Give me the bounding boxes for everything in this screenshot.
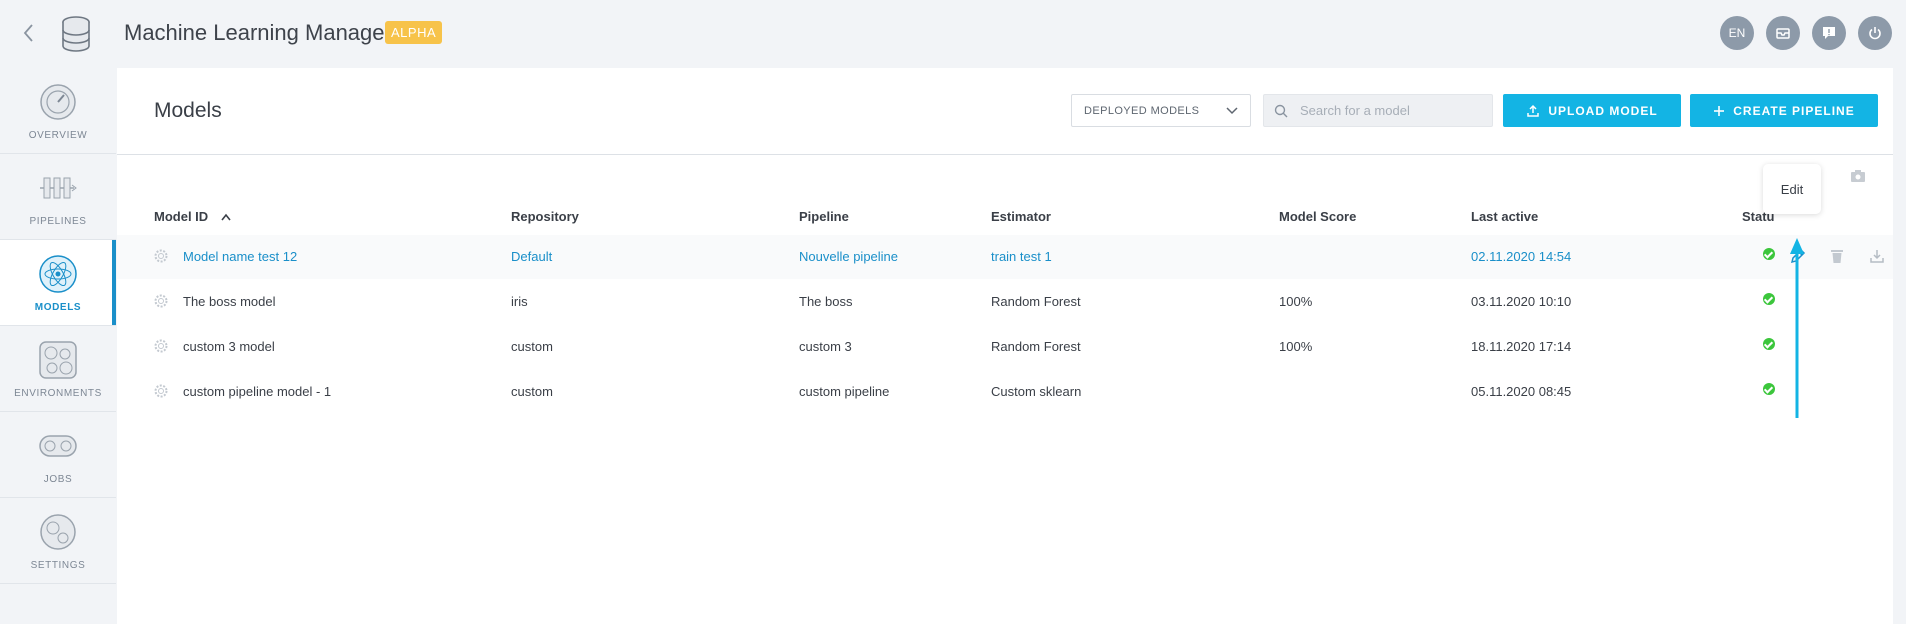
sidebar-item-label: ENVIRONMENTS — [14, 388, 102, 399]
column-header-model-score: Model Score — [1279, 209, 1357, 224]
estimator: Random Forest — [991, 339, 1081, 354]
model-gear-icon — [154, 339, 168, 353]
sidebar-item-label: JOBS — [43, 474, 73, 485]
last-active: 02.11.2020 14:54 — [1471, 249, 1572, 264]
repository: custom — [511, 384, 553, 399]
model-score: 100% — [1279, 294, 1313, 309]
sidebar-item-environments[interactable]: ENVIRONMENTS — [0, 326, 116, 412]
estimator: Random Forest — [991, 294, 1081, 309]
sidebar-item-label: SETTINGS — [30, 560, 86, 571]
top-actions: EN — [1720, 16, 1892, 50]
search-box[interactable] — [1263, 94, 1493, 127]
sidebar-item-models[interactable]: MODELS — [0, 240, 116, 326]
table-row[interactable]: custom pipeline model - 1 custom custom … — [117, 370, 1893, 414]
download-icon[interactable] — [1869, 248, 1885, 264]
app-title: Machine Learning Manager — [124, 20, 392, 45]
jobs-gears-icon — [39, 435, 77, 457]
sidebar-item-settings[interactable]: SETTINGS — [0, 498, 116, 584]
status-ok-icon — [1763, 293, 1775, 305]
models-filter-value: DEPLOYED MODELS — [1084, 104, 1200, 117]
models-filter-select[interactable]: DEPLOYED MODELS — [1071, 94, 1251, 127]
column-header-pipeline: Pipeline — [799, 209, 849, 224]
gauge-icon — [40, 84, 76, 120]
upload-model-button[interactable]: UPLOAD MODEL — [1503, 94, 1681, 127]
last-active: 05.11.2020 08:45 — [1471, 384, 1572, 399]
create-pipeline-button[interactable]: CREATE PIPELINE — [1690, 94, 1878, 127]
last-active: 18.11.2020 17:14 — [1471, 339, 1572, 354]
edit-tooltip: Edit — [1763, 164, 1821, 214]
power-icon — [1869, 27, 1881, 40]
notifications-button[interactable] — [1766, 16, 1800, 50]
inbox-icon — [1776, 28, 1790, 39]
column-header-last-active: Last active — [1471, 209, 1539, 224]
camera-icon[interactable] — [1851, 170, 1865, 182]
pipeline: The boss — [799, 294, 853, 309]
sidebar-item-overview[interactable]: OVERVIEW — [0, 68, 116, 154]
database-icon — [62, 16, 90, 52]
plus-icon — [1714, 105, 1725, 116]
alpha-badge: ALPHA — [385, 21, 443, 44]
annotation-arrow — [1790, 238, 1804, 418]
help-button[interactable] — [1812, 16, 1846, 50]
sidebar-item-label: PIPELINES — [29, 216, 87, 227]
model-gear-icon — [154, 384, 168, 398]
repository: custom — [511, 339, 553, 354]
estimator-link[interactable]: train test 1 — [991, 249, 1052, 264]
model-id[interactable]: custom pipeline model - 1 — [183, 384, 331, 399]
search-icon — [1274, 104, 1288, 117]
status-ok-icon — [1763, 383, 1775, 395]
column-header-repository: Repository — [511, 209, 579, 224]
sidebar: OVERVIEW PIPELINES MODELS ENVIRONMENTS J… — [0, 68, 116, 588]
upload-model-label: UPLOAD MODEL — [1548, 103, 1658, 118]
create-pipeline-label: CREATE PIPELINE — [1733, 103, 1855, 118]
estimator: Custom sklearn — [991, 384, 1082, 399]
logout-button[interactable] — [1858, 16, 1892, 50]
status-ok-icon — [1763, 248, 1775, 260]
chat-help-icon — [1823, 27, 1835, 39]
atom-icon — [39, 255, 77, 293]
sidebar-item-jobs[interactable]: JOBS — [0, 412, 116, 498]
sidebar-item-label: OVERVIEW — [28, 130, 88, 141]
delete-trash-icon[interactable] — [1830, 248, 1844, 264]
top-bar: Machine Learning Manager ALPHA EN — [0, 0, 1906, 68]
status-ok-icon — [1763, 338, 1775, 350]
environments-icon — [39, 341, 77, 379]
settings-gears-icon — [40, 514, 76, 550]
last-active: 03.11.2020 10:10 — [1471, 294, 1572, 309]
model-id[interactable]: The boss model — [183, 294, 276, 309]
table-row[interactable]: custom 3 model custom custom 3 Random Fo… — [117, 325, 1893, 369]
repository: iris — [511, 294, 528, 309]
pipeline-link[interactable]: Nouvelle pipeline — [799, 249, 898, 264]
table-row[interactable]: The boss model iris The boss Random Fore… — [117, 280, 1893, 324]
page-title: Models — [154, 99, 222, 122]
search-input[interactable] — [1298, 102, 1482, 119]
column-header-model-id[interactable]: Model ID — [154, 209, 232, 224]
column-header-estimator: Estimator — [991, 209, 1051, 224]
pipeline: custom 3 — [799, 339, 852, 354]
table-row[interactable]: Model name test 12 Default Nouvelle pipe… — [117, 235, 1893, 279]
pipeline: custom pipeline — [799, 384, 890, 399]
main-panel: Models DEPLOYED MODELS UPLOAD MODEL CREA… — [117, 68, 1893, 624]
upload-icon — [1527, 104, 1540, 117]
model-id-link[interactable]: Model name test 12 — [183, 249, 297, 264]
model-id[interactable]: custom 3 model — [183, 339, 275, 354]
sidebar-item-pipelines[interactable]: PIPELINES — [0, 154, 116, 240]
model-gear-icon — [154, 249, 168, 263]
pipeline-icon — [40, 177, 77, 199]
sidebar-item-label: MODELS — [34, 302, 82, 313]
models-header: Models DEPLOYED MODELS UPLOAD MODEL CREA… — [117, 68, 1893, 155]
model-gear-icon — [154, 294, 168, 308]
back-arrow-icon[interactable] — [18, 20, 40, 46]
sort-ascending-icon — [221, 213, 231, 221]
chevron-down-icon — [1226, 106, 1238, 114]
column-label: Model ID — [154, 209, 209, 224]
language-button[interactable]: EN — [1720, 16, 1754, 50]
model-score: 100% — [1279, 339, 1313, 354]
repository-link[interactable]: Default — [511, 249, 552, 264]
